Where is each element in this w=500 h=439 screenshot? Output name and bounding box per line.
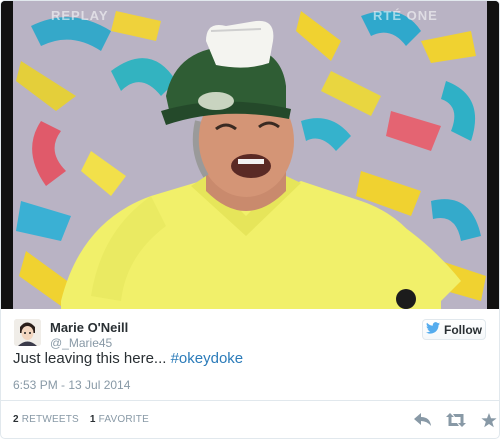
- retweets-count: 2: [13, 414, 19, 425]
- author-handle[interactable]: @_Marie45: [50, 336, 112, 350]
- twitter-bird-icon: [426, 322, 440, 337]
- retweets-stat[interactable]: 2 RETWEETS: [13, 414, 79, 425]
- divider: [1, 400, 499, 401]
- retweets-label: RETWEETS: [21, 414, 79, 425]
- favorites-count: 1: [89, 414, 96, 425]
- reply-icon[interactable]: [413, 412, 433, 428]
- watermark-channel: RTÉ ONE: [373, 8, 438, 23]
- watermark-replay: REPLAY: [51, 8, 109, 23]
- author-avatar[interactable]: [14, 319, 41, 346]
- embedded-tweet-card: REPLAY RTÉ ONE Marie O'Neill @_Marie45 F…: [0, 0, 500, 439]
- author-name[interactable]: Marie O'Neill: [50, 320, 128, 335]
- retweet-icon[interactable]: [446, 412, 466, 428]
- avatar-image: [14, 319, 41, 346]
- tweet-actions: [413, 411, 499, 429]
- favorites-stat[interactable]: 1 FAVORITE: [90, 414, 149, 425]
- tweet-stats: 2 RETWEETS 1 FAVORITE: [13, 414, 157, 425]
- tweet-text-body: Just leaving this here...: [13, 350, 171, 367]
- tv-still-image: [1, 1, 499, 309]
- tweet-photo[interactable]: REPLAY RTÉ ONE: [1, 1, 499, 309]
- follow-label: Follow: [444, 322, 482, 337]
- tweet-text: Just leaving this here... #okeydoke: [13, 350, 243, 367]
- tweet-timestamp[interactable]: 6:53 PM - 13 Jul 2014: [13, 378, 130, 392]
- hashtag-link[interactable]: #okeydoke: [171, 350, 244, 367]
- follow-button[interactable]: Follow: [422, 319, 486, 340]
- star-icon[interactable]: [479, 412, 499, 428]
- favorites-label: FAVORITE: [98, 414, 149, 425]
